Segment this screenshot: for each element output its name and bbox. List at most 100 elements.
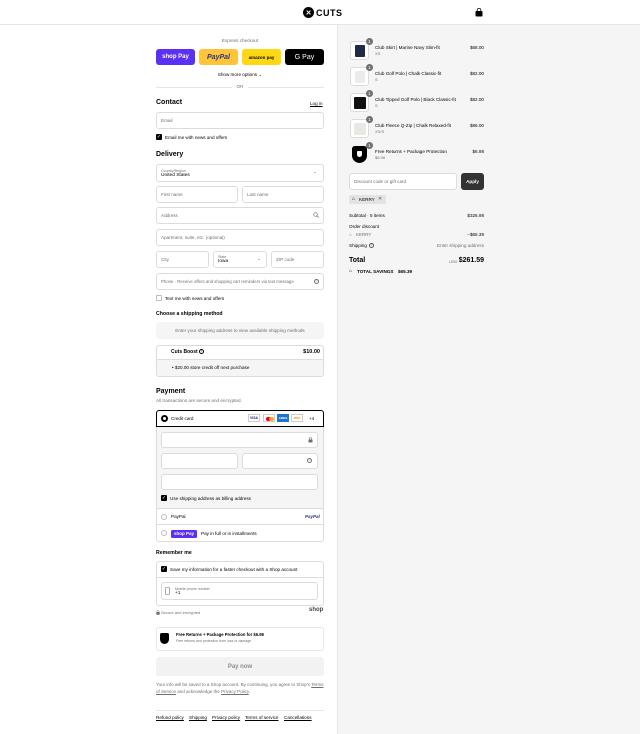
shop-pay-radio[interactable] (161, 530, 167, 536)
delivery-heading: Delivery (156, 151, 184, 158)
last-name-field[interactable]: Last name (242, 186, 324, 203)
paypal-label: PayPal (171, 514, 186, 519)
paypal-radio[interactable] (161, 514, 167, 520)
quantity-badge: 1 (366, 142, 373, 149)
shipping-info-box: Enter your shipping address to view avai… (156, 322, 324, 339)
brand-name: CUTS (316, 7, 343, 18)
country-value: United States (161, 172, 190, 178)
discount-code-input[interactable]: Discount code or gift card (349, 173, 457, 190)
divider (156, 710, 324, 711)
cart-item-price: $82.00 (469, 71, 484, 76)
footer-cancellations[interactable]: Cancellations (284, 715, 312, 720)
tag-icon: ⌂ (349, 268, 353, 274)
text-news-checkbox[interactable] (156, 295, 162, 301)
amex-icon: AMEX (277, 414, 289, 422)
shopping-bag-icon[interactable] (475, 8, 483, 17)
city-field[interactable]: City (156, 251, 209, 268)
email-field[interactable]: Email (156, 112, 324, 129)
google-pay-button[interactable]: G Pay (285, 49, 324, 65)
footer-privacy-policy[interactable]: Privacy policy (212, 715, 240, 720)
country-select[interactable]: Country/Region United States (156, 164, 324, 182)
privacy-policy-link[interactable]: Privacy Policy (221, 689, 249, 694)
quantity-badge: 1 (366, 90, 373, 97)
apply-button[interactable]: Apply (461, 173, 484, 190)
cart-item-variant: XS (375, 51, 381, 56)
shield-icon (160, 633, 169, 644)
cuts-boost-price: $10.00 (303, 349, 320, 355)
cart-item-price: $68.00 (469, 45, 484, 50)
tag-icon: ⌂ (349, 232, 352, 237)
order-discount-amount: −$65.39 (467, 232, 484, 237)
mobile-phone-icon (165, 587, 170, 595)
legal-text: Your info will be saved to a Shop accoun… (156, 681, 324, 695)
subtotal-value: $326.98 (467, 213, 484, 218)
secure-encrypted-label: Secure and encrypted (161, 610, 201, 615)
footer-terms-of-service[interactable]: Terms of service (245, 715, 278, 720)
cart-item-price: $6.98 (472, 149, 485, 154)
zip-code-field[interactable]: ZIP code (271, 251, 324, 268)
footer-refund-policy[interactable]: Refund policy (156, 715, 184, 720)
text-news-label: Text me with news and offers (165, 296, 225, 301)
cart-item-name: Club Tipped Golf Polo | Black Classic-fi… (375, 97, 456, 102)
package-protection-title: Free Returns + Package Protection for $6… (176, 632, 264, 637)
remove-discount-icon[interactable]: ✕ (378, 196, 382, 202)
shop-pay-logo: shop Pay (171, 530, 197, 538)
billing-address-checkbox[interactable]: ✓ (161, 495, 167, 501)
email-news-label: Email me with news and offers (165, 135, 228, 140)
cart-item-price: $86.00 (469, 123, 484, 128)
site-header: ✕ CUTS (0, 0, 640, 25)
legal-end: . (248, 689, 251, 694)
total-savings-label: TOTAL SAVINGS (357, 269, 394, 274)
quantity-badge: 1 (366, 38, 373, 45)
chevron-down-icon: ⌄ (257, 256, 261, 261)
or-divider-label: OR (232, 84, 248, 89)
payment-heading: Payment (156, 388, 186, 395)
express-checkout-title: Express checkout (221, 38, 259, 43)
shipping-method-heading: Choose a shipping method (156, 311, 223, 317)
show-more-options-link[interactable]: Show more options ⌄ (156, 72, 324, 78)
phone-field[interactable]: Phone · Receive offers and shopping cart… (156, 273, 324, 290)
card-number-field[interactable] (161, 432, 318, 448)
brand-mark-icon: ✕ (303, 7, 314, 18)
help-icon[interactable]: ? (369, 243, 374, 248)
quantity-badge: 1 (366, 64, 373, 71)
shop-pay-button[interactable]: shop Pay (156, 49, 195, 65)
mastercard-icon (263, 414, 275, 422)
billing-address-label: Use shipping address as billing address (170, 496, 251, 501)
legal-line1: Your info will be saved to a Shop accoun… (156, 682, 311, 687)
info-icon[interactable]: i (199, 349, 204, 354)
credit-card-label: Credit card (171, 416, 194, 421)
shipping-value: Enter shipping address (437, 243, 484, 248)
more-cards-label: +4 (309, 416, 315, 421)
shop-pay-text: Pay in full or in installments (201, 531, 257, 536)
cart-item-variant: S (375, 77, 378, 82)
paypal-logo: PayPal (305, 514, 320, 519)
log-in-link[interactable]: Log in (310, 101, 323, 106)
brand-logo[interactable]: ✕ CUTS (303, 7, 343, 18)
first-name-field[interactable]: First name (156, 186, 238, 203)
total-label: Total (349, 257, 366, 264)
show-more-label: Show more options (217, 72, 258, 77)
footer-shipping[interactable]: Shipping (189, 715, 207, 720)
cart-item-variant: XS/S (375, 129, 385, 134)
credit-card-radio[interactable] (161, 415, 168, 422)
package-protection-subtitle: Free returns and protection from loss or… (176, 639, 252, 643)
save-info-label: Save my information for a faster checkou… (170, 567, 298, 572)
amazon-pay-button[interactable]: amazon pay (242, 49, 281, 65)
cart-item-variant: S (375, 103, 378, 108)
apartment-field[interactable]: Apartment, suite, etc. (optional) (156, 229, 324, 246)
help-icon[interactable]: ? (314, 279, 319, 284)
email-news-checkbox[interactable]: ✓ (156, 134, 162, 140)
paypal-button[interactable]: PayPal (199, 49, 238, 65)
name-on-card-field[interactable] (161, 474, 318, 490)
save-info-checkbox[interactable]: ✓ (161, 566, 167, 572)
subtotal-label: Subtotal · 5 items (349, 213, 385, 218)
cart-item-price: $82.00 (469, 97, 484, 102)
remember-me-heading: Remember me (156, 550, 192, 556)
divider (156, 577, 324, 578)
address-field[interactable]: Address (156, 207, 324, 224)
mobile-phone-field[interactable]: Mobile phone number +1 (161, 582, 318, 600)
help-icon[interactable]: ? (307, 458, 312, 463)
expiration-date-field[interactable] (161, 453, 238, 469)
pay-now-button[interactable]: Pay now (156, 657, 324, 676)
